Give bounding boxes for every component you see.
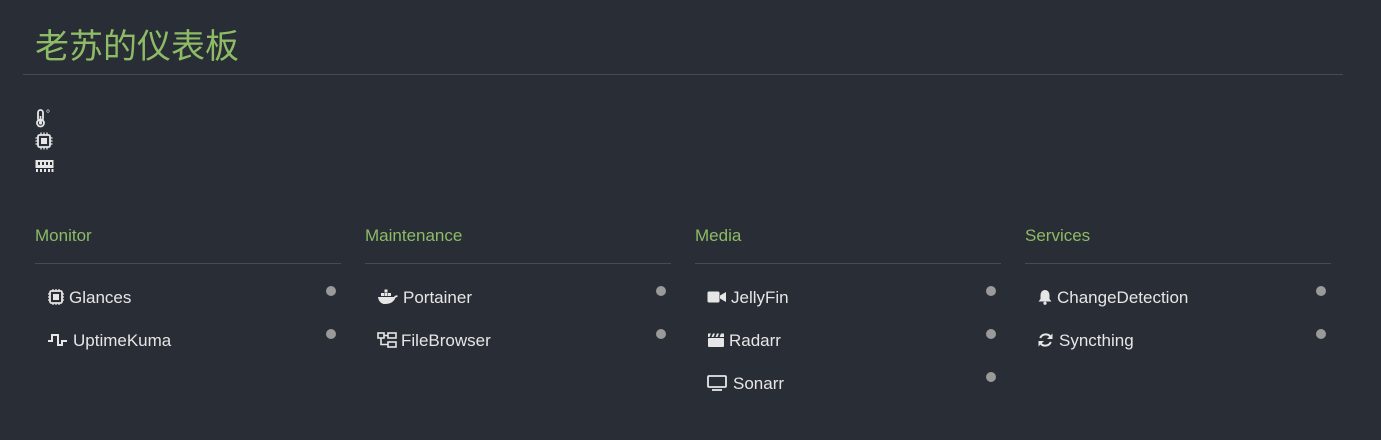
service-label[interactable]: Radarr bbox=[729, 331, 781, 351]
pulse-icon bbox=[47, 332, 67, 348]
service-syncthing[interactable]: Syncthing bbox=[1025, 321, 1331, 364]
tv-icon bbox=[707, 375, 727, 391]
status-dot bbox=[986, 329, 996, 339]
service-label[interactable]: ChangeDetection bbox=[1057, 288, 1188, 308]
service-sonarr[interactable]: Sonarr bbox=[695, 364, 1001, 407]
video-icon bbox=[707, 289, 727, 305]
service-list: Portainer FileBrowser bbox=[365, 278, 671, 364]
group-maintenance: Maintenance Portainer FileBrowser bbox=[365, 224, 671, 364]
service-label[interactable]: Sonarr bbox=[733, 374, 784, 394]
status-dot bbox=[1316, 286, 1326, 296]
group-title: Services bbox=[1025, 224, 1331, 264]
service-radarr[interactable]: Radarr bbox=[695, 321, 1001, 364]
clapperboard-icon bbox=[707, 332, 727, 348]
status-dot bbox=[656, 286, 666, 296]
group-services: Services ChangeDetection Syncthing bbox=[1025, 224, 1331, 364]
group-title: Media bbox=[695, 224, 1001, 264]
cpu-icon bbox=[47, 289, 67, 305]
service-label[interactable]: UptimeKuma bbox=[73, 331, 171, 351]
service-label[interactable]: Glances bbox=[69, 288, 131, 308]
group-media: Media JellyFin Radarr Sonarr bbox=[695, 224, 1001, 407]
page-title: 老苏的仪表板 bbox=[35, 27, 239, 67]
status-dot bbox=[656, 329, 666, 339]
memory-widget bbox=[35, 156, 59, 180]
status-dot bbox=[986, 372, 996, 382]
group-title: Maintenance bbox=[365, 224, 671, 264]
status-dot bbox=[986, 286, 996, 296]
service-label[interactable]: Syncthing bbox=[1059, 331, 1134, 351]
memory-icon bbox=[35, 160, 54, 172]
service-label[interactable]: JellyFin bbox=[731, 288, 789, 308]
service-changedetection[interactable]: ChangeDetection bbox=[1025, 278, 1331, 321]
sync-icon bbox=[1037, 332, 1057, 348]
folder-tree-icon bbox=[377, 332, 397, 348]
cpu-icon bbox=[35, 132, 53, 150]
temperature-unit: ° bbox=[46, 109, 51, 120]
group-monitor: Monitor Glances UptimeKuma bbox=[35, 224, 341, 364]
service-filebrowser[interactable]: FileBrowser bbox=[365, 321, 671, 364]
service-uptimekuma[interactable]: UptimeKuma bbox=[35, 321, 341, 364]
info-widgets: ° bbox=[35, 108, 59, 180]
temperature-widget: ° bbox=[35, 108, 59, 132]
service-glances[interactable]: Glances bbox=[35, 278, 341, 321]
bell-icon bbox=[1037, 289, 1057, 305]
cpu-widget bbox=[35, 132, 59, 156]
service-portainer[interactable]: Portainer bbox=[365, 278, 671, 321]
header: 老苏的仪表板 bbox=[23, 0, 1343, 75]
status-dot bbox=[1316, 329, 1326, 339]
thermometer-icon: ° bbox=[36, 109, 51, 128]
docker-icon bbox=[377, 289, 398, 305]
service-list: Glances UptimeKuma bbox=[35, 278, 341, 364]
service-jellyfin[interactable]: JellyFin bbox=[695, 278, 1001, 321]
service-list: JellyFin Radarr Sonarr bbox=[695, 278, 1001, 407]
service-label[interactable]: FileBrowser bbox=[401, 331, 491, 351]
service-list: ChangeDetection Syncthing bbox=[1025, 278, 1331, 364]
group-title: Monitor bbox=[35, 224, 341, 264]
service-label[interactable]: Portainer bbox=[403, 288, 472, 308]
status-dot bbox=[326, 329, 336, 339]
status-dot bbox=[326, 286, 336, 296]
